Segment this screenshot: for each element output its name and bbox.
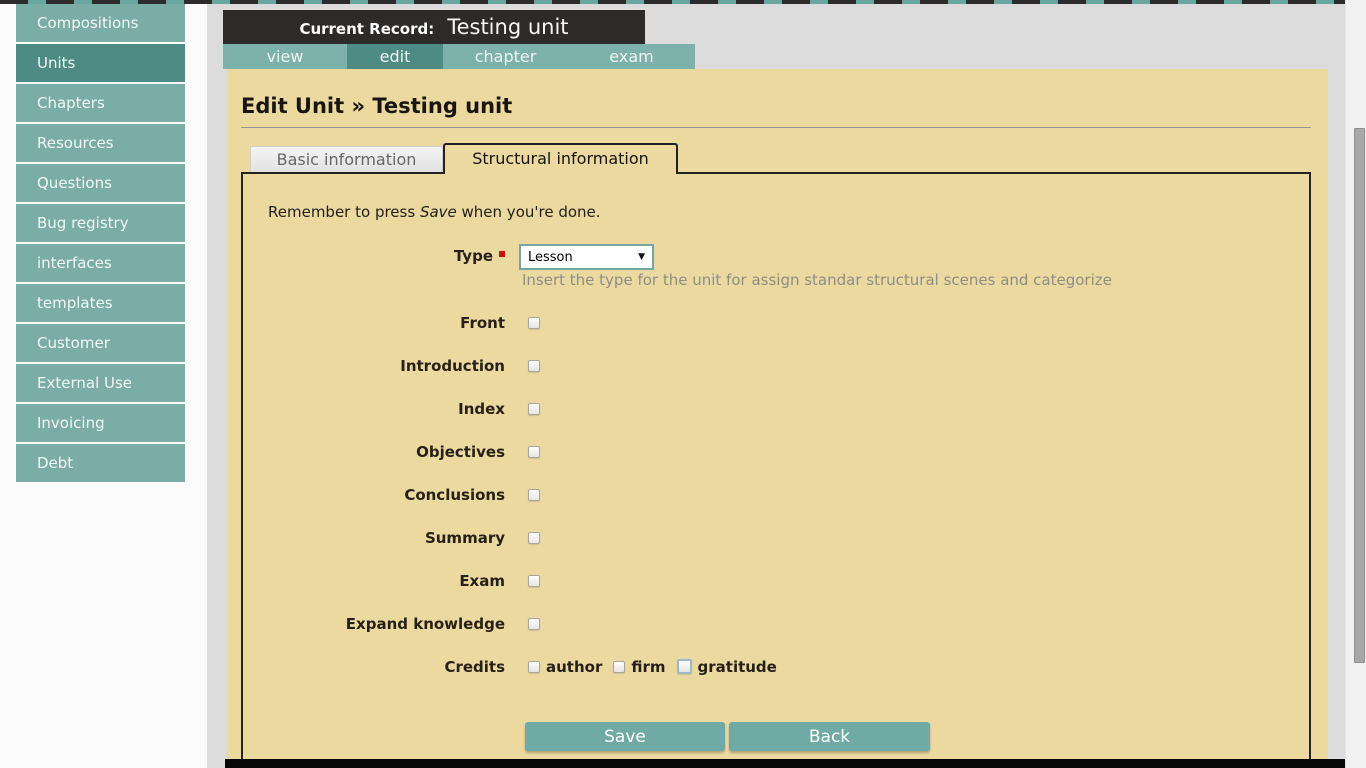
row-label-front: Front [260,314,505,332]
current-record-value: Testing unit [447,15,568,39]
form-row-front: Front [260,301,788,344]
summary-checkbox[interactable] [528,532,540,544]
expand-knowledge-checkbox[interactable] [528,618,540,630]
save-reminder-prefix: Remember to press [268,203,420,221]
row-label-objectives: Objectives [260,443,505,461]
credit-label-firm: firm [631,658,665,676]
scrollbar-track[interactable] [1345,0,1366,768]
record-tab-chapter[interactable]: chapter [443,44,568,69]
exam-checkbox[interactable] [528,575,540,587]
credit-option-gratitude: gratitude [677,658,788,676]
sidebar: CompositionsUnitsChaptersResourcesQuesti… [16,4,185,484]
required-marker-icon [499,251,505,257]
scrollbar-thumb[interactable] [1354,128,1365,663]
form-row-index: Index [260,387,788,430]
sidebar-item-interfaces[interactable]: interfaces [16,244,185,282]
main-content: Edit Unit » Testing unit Basic informati… [227,69,1328,768]
form-row-credits: Credits author firm gratitude [260,645,788,688]
row-label-index: Index [260,400,505,418]
sidebar-item-units[interactable]: Units [16,44,185,82]
current-record-bar: Current Record: Testing unit [223,10,645,44]
row-label-summary: Summary [260,529,505,547]
credit-label-author: author [546,658,602,676]
title-divider [241,127,1311,128]
record-tab-view[interactable]: view [223,44,347,69]
sidebar-item-customer[interactable]: Customer [16,324,185,362]
form-row-objectives: Objectives [260,430,788,473]
type-field-label: Type [260,247,505,265]
save-button[interactable]: Save [525,722,725,751]
save-reminder-suffix: when you're done. [457,203,601,221]
type-label-text: Type [454,247,493,265]
sidebar-item-templates[interactable]: templates [16,284,185,322]
page-title: Edit Unit » Testing unit [241,94,512,118]
tab-basic-information[interactable]: Basic information [250,146,443,172]
sidebar-item-debt[interactable]: Debt [16,444,185,482]
sidebar-item-invoicing[interactable]: Invoicing [16,404,185,442]
chevron-down-icon: ▼ [638,252,645,262]
conclusions-checkbox[interactable] [528,489,540,501]
save-reminder-text: Remember to press Save when you're done. [268,203,601,221]
sidebar-item-chapters[interactable]: Chapters [16,84,185,122]
record-tab-edit[interactable]: edit [347,44,443,69]
row-label-credits: Credits [260,658,505,676]
objectives-checkbox[interactable] [528,446,540,458]
front-checkbox[interactable] [528,317,540,329]
sidebar-item-external-use[interactable]: External Use [16,364,185,402]
row-label-introduction: Introduction [260,357,505,375]
form-row-summary: Summary [260,516,788,559]
row-label-conclusions: Conclusions [260,486,505,504]
current-record-label: Current Record: [299,20,434,38]
credit-label-gratitude: gratitude [698,658,777,676]
author-checkbox[interactable] [528,661,540,673]
sidebar-item-questions[interactable]: Questions [16,164,185,202]
row-label-expand-knowledge: Expand knowledge [260,615,505,633]
sidebar-item-bug-registry[interactable]: Bug registry [16,204,185,242]
credit-option-firm: firm [613,658,676,676]
type-help-text: Insert the type for the unit for assign … [522,271,1112,289]
type-select[interactable]: Lesson ▼ [519,244,654,270]
index-checkbox[interactable] [528,403,540,415]
introduction-checkbox[interactable] [528,360,540,372]
app-screen: CompositionsUnitsChaptersResourcesQuesti… [0,0,1366,768]
sidebar-item-resources[interactable]: Resources [16,124,185,162]
firm-checkbox[interactable] [613,661,625,673]
bottom-bar [225,759,1345,768]
record-tab-exam[interactable]: exam [568,44,695,69]
structure-rows: Front Introduction Index Objectives Conclusi… [260,301,788,688]
sidebar-item-compositions[interactable]: Compositions [16,4,185,42]
form-row-exam: Exam [260,559,788,602]
record-tabs: vieweditchapterexam [223,44,695,69]
row-label-exam: Exam [260,572,505,590]
form-row-conclusions: Conclusions [260,473,788,516]
credit-option-author: author [505,658,613,676]
form-row-expand-knowledge: Expand knowledge [260,602,788,645]
form-row-introduction: Introduction [260,344,788,387]
back-button[interactable]: Back [729,722,930,751]
save-reminder-emphasis: Save [420,203,457,221]
type-select-value: Lesson [528,250,573,265]
tab-structural-information[interactable]: Structural information [443,143,678,174]
gratitude-checkbox[interactable] [677,659,692,674]
